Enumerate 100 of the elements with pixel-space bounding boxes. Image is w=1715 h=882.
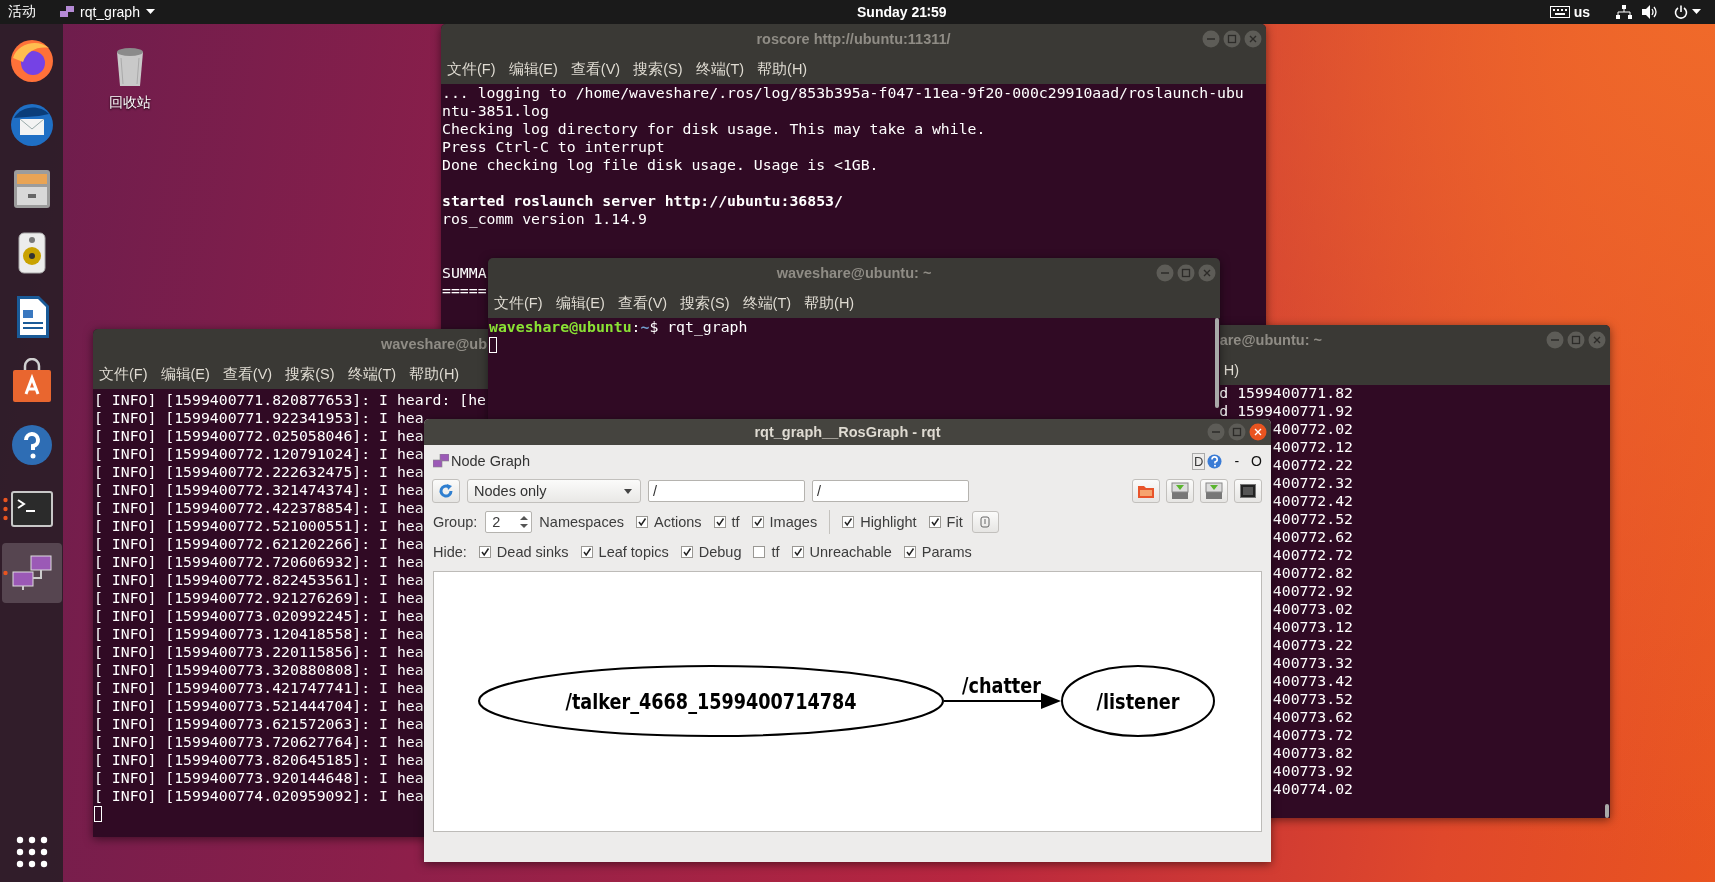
terminal-line: 400773.72 [1272,727,1353,742]
menu-item[interactable]: 查看(V) [570,59,621,79]
menu-item[interactable]: 搜索(S) [285,364,335,384]
terminal-line: SUMMA [442,264,487,282]
dock-button[interactable]: D [1192,452,1206,470]
terminal-line: Press Ctrl-C to interrupt [442,138,665,156]
node-ellipse[interactable] [1061,665,1215,737]
terminal-line: [ INFO] [1599400772.521000551]: I hea [94,517,424,535]
menu-item[interactable]: 编辑(E) [555,293,605,313]
filter-field[interactable]: / [812,480,969,502]
terminal-line: [ INFO] [1599400772.422378854]: I hea [94,499,424,517]
scrollbar-thumb[interactable] [1605,804,1609,818]
terminal-line: 400773.32 [1272,655,1353,670]
app-grid-icon[interactable] [15,836,48,868]
terminal-line: [ INFO] [1599400773.521444704]: I hea [94,697,424,715]
terminal-line: 400773.62 [1272,709,1353,724]
square-icon [1240,484,1256,498]
group-spinbox[interactable]: 2 [485,511,533,533]
network-icon[interactable] [1616,5,1632,19]
mail-icon [8,102,55,148]
option-label: Debug [698,544,742,560]
edge-arrow[interactable] [943,693,1061,709]
checkbox[interactable] [713,516,726,528]
checkbox[interactable] [903,546,916,558]
text-cursor [94,806,102,822]
download-icon [1205,482,1223,500]
terminal-line: [ INFO] [1599400774.020959092]: I hea [94,787,424,805]
desktop-icon-label[interactable]: 回收站 [109,94,151,112]
float-button[interactable]: O [1251,453,1262,469]
minimize-button[interactable]: - [1234,453,1240,469]
terminal-line: [ INFO] [1599400773.020992245]: I hea [94,607,424,625]
menu-item[interactable]: 文件(F) [99,364,148,384]
menu-item[interactable]: 终端(T) [347,364,397,384]
checkbox[interactable] [635,516,648,528]
checkbox[interactable] [751,516,764,528]
activities-button[interactable]: 活动 [8,3,36,21]
caret-icon[interactable] [1692,9,1701,15]
graph-type-dropdown[interactable]: Nodes only [467,479,641,503]
menu-item[interactable]: 终端(T) [695,59,745,79]
terminal-line: [ INFO] [1599400773.621572063]: I hea [94,715,424,733]
terminal-line: 400773.22 [1272,637,1353,652]
terminal-line: ... logging to /home/waveshare/.ros/log/853b395a-f047-11ea-9f20-000c29910aad/roslaunch-ubu [442,84,1244,102]
menu-item[interactable]: 编辑(E) [508,59,558,79]
scrollbar-thumb[interactable] [1215,318,1219,408]
power-icon[interactable] [1674,5,1688,19]
terminal-line: [ INFO] [1599400773.820645185]: I hea [94,751,424,769]
terminal-line: 400773.02 [1272,601,1353,616]
screenshot-button[interactable] [1234,479,1262,503]
app-menu[interactable]: rqt_graph [60,4,155,20]
menu-item[interactable]: 查看(V) [617,293,668,313]
menu-item[interactable]: 帮助(H) [409,364,460,384]
option-label: Unreachable [809,544,892,560]
terminal-line: 400773.92 [1272,763,1353,778]
window-title: waveshare@ub [381,336,488,352]
keyboard-icon[interactable] [1549,6,1570,18]
close-icon[interactable] [1249,423,1267,441]
option-label: Images [769,514,818,530]
menu-item[interactable]: 搜索(S) [680,293,730,313]
keyboard-layout[interactable]: us [1573,4,1590,20]
checkbox[interactable] [791,546,804,558]
terminal-line: [ INFO] [1599400773.120418558]: I hea [94,625,424,643]
menu-item[interactable]: H) [1223,362,1239,378]
terminal-line: [ INFO] [1599400772.822453561]: I hea [94,571,424,589]
checkbox[interactable] [478,546,491,558]
page-icon [980,516,991,528]
refresh-icon [438,483,454,499]
checkbox[interactable] [928,516,941,528]
edge-label: /chatter [962,673,1061,698]
terminal-line: 400772.62 [1272,529,1353,544]
volume-icon[interactable] [1642,5,1658,19]
terminal-line: d 1599400771.92 [1219,403,1353,418]
menu-item[interactable]: 文件(F) [494,293,543,313]
menu-item[interactable]: 文件(F) [447,59,496,79]
checkbox[interactable] [753,546,766,558]
monitors-icon [60,6,74,18]
help-icon[interactable] [1207,453,1223,469]
checkbox[interactable] [842,516,855,528]
checkbox[interactable] [680,546,693,558]
plugin-title: Node Graph [451,453,530,469]
terminal-line: [ INFO] [1599400773.421747741]: I hea [94,679,424,697]
terminal-line: [ INFO] [1599400772.120791024]: I hea [94,445,424,463]
filter-field[interactable]: / [648,480,805,502]
menu-item[interactable]: 帮助(H) [804,293,855,313]
terminal-line: 400772.92 [1272,583,1353,598]
terminal-line: 400772.32 [1272,475,1353,490]
menu-item[interactable]: 终端(T) [742,293,792,313]
menu-item[interactable]: 查看(V) [222,364,273,384]
checkbox[interactable] [580,546,593,558]
save-button[interactable] [1166,479,1194,503]
node-ellipse[interactable] [478,665,944,737]
menu-item[interactable]: 搜索(S) [633,59,683,79]
menu-item[interactable]: 编辑(E) [160,364,210,384]
terminal-line: 400772.82 [1272,565,1353,580]
open-button[interactable] [1132,479,1160,503]
clock[interactable]: Sunday 21∶59 [857,4,947,20]
refresh-button[interactable] [432,479,460,503]
save-button[interactable] [1200,479,1228,503]
terminal-line: [ INFO] [1599400772.921276269]: I hea [94,589,424,607]
terminal-line: [ INFO] [1599400771.820877653]: I heard: [he [94,391,486,409]
menu-item[interactable]: 帮助(H) [757,59,808,79]
